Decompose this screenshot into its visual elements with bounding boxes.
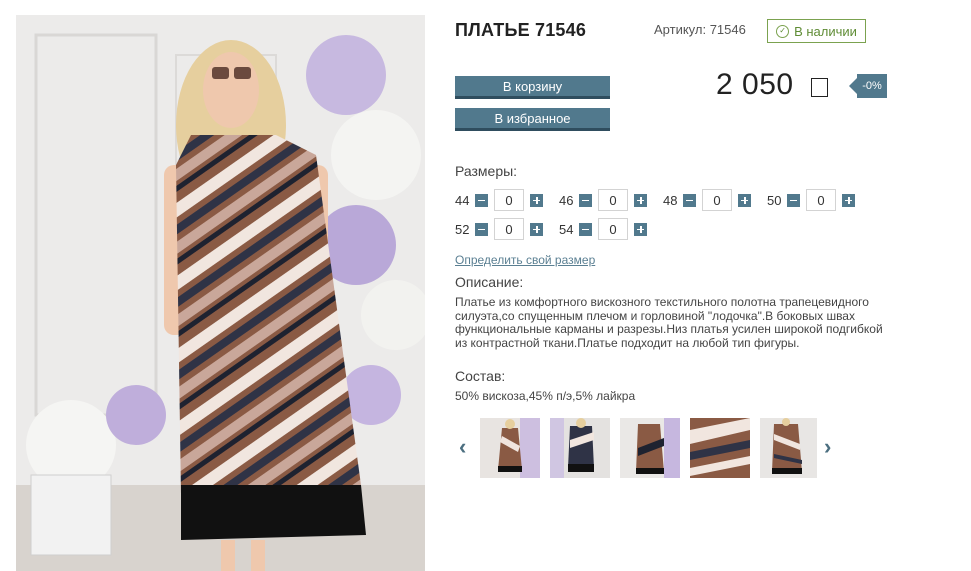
size-option-48: 48 bbox=[663, 189, 751, 211]
increase-quantity-button[interactable] bbox=[634, 222, 647, 236]
decrease-quantity-button[interactable] bbox=[579, 222, 592, 236]
determine-size-link[interactable]: Определить свой размер bbox=[455, 253, 595, 267]
size-option-54: 54 bbox=[559, 218, 647, 240]
discount-badge: -0% bbox=[849, 74, 887, 98]
increase-quantity-button[interactable] bbox=[738, 193, 751, 207]
description-label: Описание: bbox=[455, 274, 524, 290]
chevron-left-icon[interactable]: ‹ bbox=[459, 436, 466, 458]
size-number: 50 bbox=[767, 192, 782, 208]
composition-label: Состав: bbox=[455, 368, 506, 384]
decrease-quantity-button[interactable] bbox=[579, 193, 592, 207]
product-main-photo[interactable] bbox=[16, 15, 425, 571]
quantity-input[interactable] bbox=[702, 189, 732, 211]
gallery-thumbnail[interactable] bbox=[480, 418, 540, 478]
size-option-44: 44 bbox=[455, 189, 543, 211]
quantity-input[interactable] bbox=[598, 218, 628, 240]
sizes-label: Размеры: bbox=[455, 163, 518, 179]
currency-icon bbox=[811, 78, 828, 97]
quantity-input[interactable] bbox=[598, 189, 628, 211]
decrease-quantity-button[interactable] bbox=[683, 193, 696, 207]
size-option-50: 50 bbox=[767, 189, 855, 211]
increase-quantity-button[interactable] bbox=[634, 193, 647, 207]
gallery-thumbnail[interactable] bbox=[550, 418, 610, 478]
size-number: 52 bbox=[455, 221, 470, 237]
gallery-thumbnail[interactable] bbox=[620, 418, 680, 478]
check-circle-icon: ✓ bbox=[776, 24, 790, 38]
increase-quantity-button[interactable] bbox=[530, 193, 543, 207]
decrease-quantity-button[interactable] bbox=[475, 222, 488, 236]
stock-label: В наличии bbox=[794, 23, 857, 39]
stock-badge: ✓ В наличии bbox=[767, 19, 866, 43]
size-option-52: 52 bbox=[455, 218, 543, 240]
add-to-cart-button[interactable]: В корзину bbox=[455, 76, 610, 99]
gallery-thumbnail[interactable] bbox=[690, 418, 750, 478]
chevron-right-icon[interactable]: › bbox=[824, 436, 831, 458]
size-number: 46 bbox=[559, 192, 574, 208]
description-line: функциональные карманы и разрезы.Низ пла… bbox=[455, 322, 883, 337]
size-number: 44 bbox=[455, 192, 470, 208]
quantity-input[interactable] bbox=[494, 218, 524, 240]
size-option-46: 46 bbox=[559, 189, 647, 211]
product-price: 2 050 bbox=[716, 68, 794, 101]
description-line: из контрастной ткани.Платье подходит на … bbox=[455, 335, 800, 350]
decrease-quantity-button[interactable] bbox=[475, 193, 488, 207]
description-line: силуэта,со спущенным плечом и горловиной… bbox=[455, 308, 855, 323]
size-number: 54 bbox=[559, 221, 574, 237]
increase-quantity-button[interactable] bbox=[842, 193, 855, 207]
description-text: Платье из комфортного вискозного текстил… bbox=[455, 295, 895, 350]
quantity-input[interactable] bbox=[494, 189, 524, 211]
description-line: Платье из комфортного вискозного текстил… bbox=[455, 295, 869, 309]
size-number: 48 bbox=[663, 192, 678, 208]
quantity-input[interactable] bbox=[806, 189, 836, 211]
product-sku: Артикул: 71546 bbox=[654, 22, 746, 37]
composition-text: 50% вискоза,45% п/э,5% лайкра bbox=[455, 389, 636, 403]
decrease-quantity-button[interactable] bbox=[787, 193, 800, 207]
gallery-thumbnail[interactable] bbox=[760, 418, 817, 478]
increase-quantity-button[interactable] bbox=[530, 222, 543, 236]
product-title: ПЛАТЬЕ 71546 bbox=[455, 20, 587, 40]
add-to-favorites-button[interactable]: В избранное bbox=[455, 108, 610, 131]
